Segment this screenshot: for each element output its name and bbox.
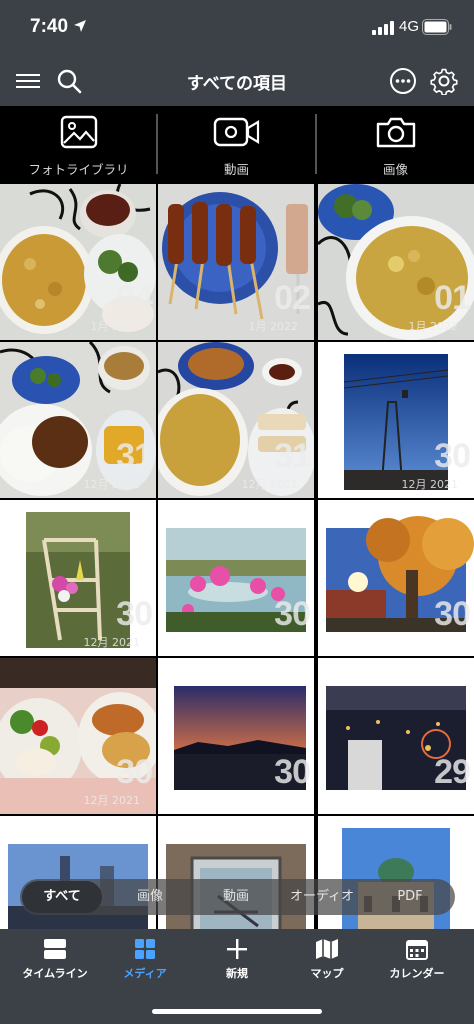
thumbnail-month: 12月 2021 [83, 636, 141, 649]
network-type: 4G [399, 18, 420, 35]
status-bar: 7:40 4G [0, 0, 474, 56]
tab-map[interactable]: マップ [280, 929, 374, 989]
home-indicator [152, 1009, 322, 1014]
source-label: 画像 [382, 162, 408, 177]
thumbnail-day: 02 [274, 279, 311, 317]
status-time: 7:40 [30, 16, 69, 37]
thumbnail-month: 12月 2021 [241, 478, 299, 491]
media-thumbnail[interactable]: 04 1月 2022 [0, 184, 156, 340]
thumbnail-month: 12月 2021 [83, 794, 141, 807]
media-thumbnail[interactable]: 02 1月 2022 [158, 184, 314, 340]
thumbnail-day: 30 [434, 595, 471, 633]
camera-icon [376, 117, 415, 148]
media-grid: 04 1月 2022 02 1月 2022 01 1月 2022 31 12月 … [0, 184, 474, 929]
source-bar: フォトライブラリ 動画 画像 [0, 106, 474, 184]
thumbnail-month: 1月 2022 [408, 320, 459, 333]
location-arrow-icon [74, 20, 86, 32]
battery-icon [422, 19, 452, 35]
media-thumbnail[interactable]: 30 12月 2021 [318, 342, 474, 498]
map-icon [316, 939, 338, 959]
media-thumbnail[interactable]: 31 12月 2021 [158, 342, 314, 498]
thumbnail-day: 04 [116, 279, 153, 317]
media-thumbnail[interactable]: 30 12月 2021 [0, 500, 156, 656]
thumbnail-day: 29 [434, 753, 471, 791]
filter-video[interactable]: 動画 [196, 879, 276, 915]
filter-audio[interactable]: オーディオ [276, 879, 368, 915]
tab-label: 新規 [226, 967, 248, 980]
source-label: 動画 [223, 162, 249, 177]
tab-label: マップ [310, 967, 344, 980]
media-thumbnail[interactable]: 29 [318, 658, 474, 814]
tab-media[interactable]: メディア [98, 929, 192, 989]
media-grid-icon [135, 939, 155, 959]
thumbnail-month: 12月 2021 [83, 478, 141, 491]
filter-pdf[interactable]: PDF [370, 879, 450, 915]
plus-icon [227, 939, 247, 959]
more-icon[interactable] [387, 65, 419, 97]
calendar-icon [406, 940, 428, 960]
thumbnail-day: 30 [116, 595, 153, 633]
thumbnail-day: 31 [274, 437, 311, 475]
source-image[interactable]: 画像 [317, 106, 474, 184]
thumbnail-day: 01 [434, 279, 471, 317]
photo-library-icon [60, 115, 97, 149]
video-camera-icon [213, 117, 259, 147]
timeline-icon [44, 939, 66, 959]
signal-icon [372, 21, 394, 35]
source-video[interactable]: 動画 [158, 106, 315, 184]
filter-all[interactable]: すべて [22, 881, 102, 913]
thumbnail-day: 30 [116, 753, 153, 791]
thumbnail-day: 30 [434, 437, 471, 475]
tab-label: カレンダー [389, 967, 445, 980]
tab-new[interactable]: 新規 [190, 929, 284, 989]
thumbnail-day: 30 [274, 753, 311, 791]
media-thumbnail[interactable]: 30 12月 2021 [0, 658, 156, 814]
tab-label: タイムライン [22, 967, 88, 980]
media-thumbnail[interactable]: 01 1月 2022 [318, 184, 474, 340]
thumbnail-day: 30 [274, 595, 311, 633]
gear-icon[interactable] [428, 65, 460, 97]
media-thumbnail[interactable]: 30 [158, 500, 314, 656]
filter-bar: すべて 画像 動画 オーディオ PDF [20, 879, 455, 915]
app-header: すべての項目 [0, 56, 474, 106]
media-thumbnail[interactable]: 31 12月 2021 [0, 342, 156, 498]
tab-label: メディア [123, 967, 167, 980]
filter-image[interactable]: 画像 [110, 879, 190, 915]
thumbnail-month: 1月 2022 [90, 320, 141, 333]
tab-calendar[interactable]: カレンダー [370, 929, 464, 989]
source-label: フォトライブラリ [28, 162, 129, 177]
media-thumbnail[interactable]: 30 [158, 658, 314, 814]
thumbnail-month: 12月 2021 [401, 478, 459, 491]
thumbnail-day: 31 [116, 437, 153, 475]
thumbnail-month: 1月 2022 [248, 320, 299, 333]
tab-timeline[interactable]: タイムライン [8, 929, 102, 989]
source-photo-library[interactable]: フォトライブラリ [0, 106, 157, 184]
media-thumbnail[interactable]: 30 [318, 500, 474, 656]
tab-bar: タイムライン メディア 新規 マップ カレンダー [0, 929, 474, 1024]
